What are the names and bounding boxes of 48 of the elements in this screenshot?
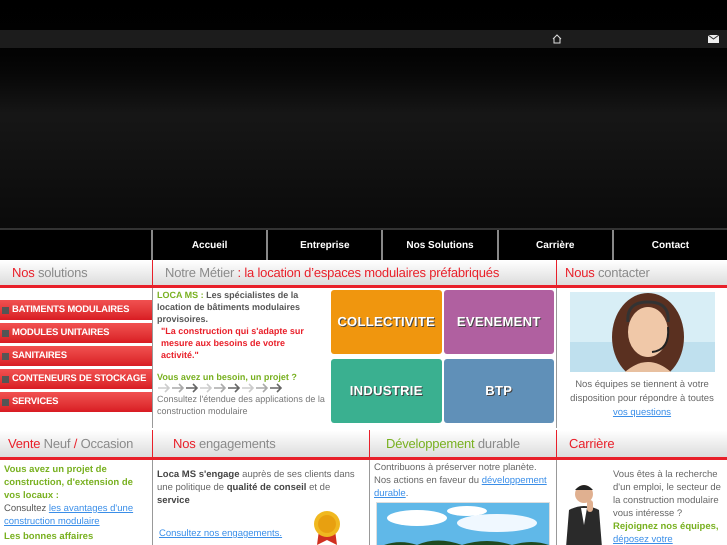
solution-menu-item[interactable]: SERVICES bbox=[0, 392, 152, 412]
advantages-text: Consultez les avantages d'une construction modulaire bbox=[4, 502, 134, 528]
solution-menu-item[interactable]: CONTENEURS DE STOCKAGE bbox=[0, 369, 152, 389]
arrow-icon bbox=[199, 383, 213, 393]
arrow-icon bbox=[185, 383, 199, 393]
solution-menu-item[interactable]: BATIMENTS MODULAIRES bbox=[0, 300, 152, 320]
section-heading: Nos engagements bbox=[173, 437, 276, 450]
arrow-icon bbox=[241, 383, 255, 393]
advantages-link[interactable]: les avantages d'une bbox=[48, 503, 134, 514]
category-tile[interactable]: BTP bbox=[444, 359, 554, 423]
section-heading: Développement durable bbox=[386, 437, 520, 450]
bargains-heading: Les bonnes affaires bbox=[4, 530, 94, 543]
contact-text: Nos équipes se tiennent à votre disposition pour répondre à toutes bbox=[569, 378, 715, 406]
period-text: . bbox=[406, 487, 408, 500]
arrow-icon bbox=[227, 383, 241, 393]
project-question: Vous avez un besoin, un projet ? bbox=[157, 371, 298, 383]
section-heading: Notre Métier : la location d’espaces modulaires préfabriqués bbox=[165, 266, 500, 279]
arrow-icon bbox=[171, 383, 185, 393]
solution-menu-item[interactable]: MODULES UNITAIRES bbox=[0, 323, 152, 343]
intro-text: LOCA MS : Les spécialistes de la location de bâtiments modulaires provisoires. bbox=[157, 289, 302, 325]
category-tile[interactable]: INDUSTRIE bbox=[331, 359, 442, 423]
section-heading: Nos solutions bbox=[12, 266, 88, 279]
category-tile[interactable]: COLLECTIVITE bbox=[331, 290, 442, 354]
engagements-link[interactable]: Consultez nos engagements. bbox=[159, 527, 365, 540]
solution-menu-item[interactable]: SANITAIRES bbox=[0, 346, 152, 366]
questions-link[interactable]: vos questions bbox=[612, 406, 672, 420]
sustainability-link[interactable]: durable bbox=[374, 487, 406, 500]
advantages-link[interactable]: construction modulaire bbox=[4, 516, 100, 527]
project-question: Vous avez un projet de construction, d'extension de vos locaux : bbox=[4, 463, 134, 502]
section-heading: Vente Neuf / Occasion bbox=[8, 437, 134, 450]
engagement-text: Loca MS s'engage auprès de ses clients dans une politique de qualité de conseil et de service bbox=[157, 468, 356, 507]
category-tile[interactable]: EVENEMENT bbox=[444, 290, 554, 354]
application-link[interactable]: déposez votre bbox=[613, 534, 673, 545]
arrow-icon bbox=[157, 383, 171, 393]
applications-text: Consultez l'étendue des applications de la construction modulaire bbox=[157, 393, 325, 417]
arrow-icon bbox=[213, 383, 227, 393]
nav-tab[interactable]: Contact bbox=[614, 230, 727, 260]
arrow-icon bbox=[269, 383, 283, 393]
section-heading: Carrière bbox=[569, 437, 614, 450]
join-text: Rejoignez nos équipes, bbox=[613, 520, 720, 533]
sustainability-link[interactable]: développement bbox=[482, 475, 547, 486]
section-heading: Nous contacter bbox=[565, 266, 650, 279]
mail-icon[interactable] bbox=[708, 35, 719, 43]
award-icon bbox=[311, 510, 343, 545]
home-icon[interactable] bbox=[552, 34, 562, 44]
arrow-icon bbox=[255, 383, 269, 393]
slogan-text: "La construction qui s'adapte sur mesure aux besoins de votre activité." bbox=[160, 325, 305, 361]
career-text: Vous êtes à la recherche d'un emploi, le secteur de la construction modulaire vous intéresse ? bbox=[613, 468, 722, 520]
